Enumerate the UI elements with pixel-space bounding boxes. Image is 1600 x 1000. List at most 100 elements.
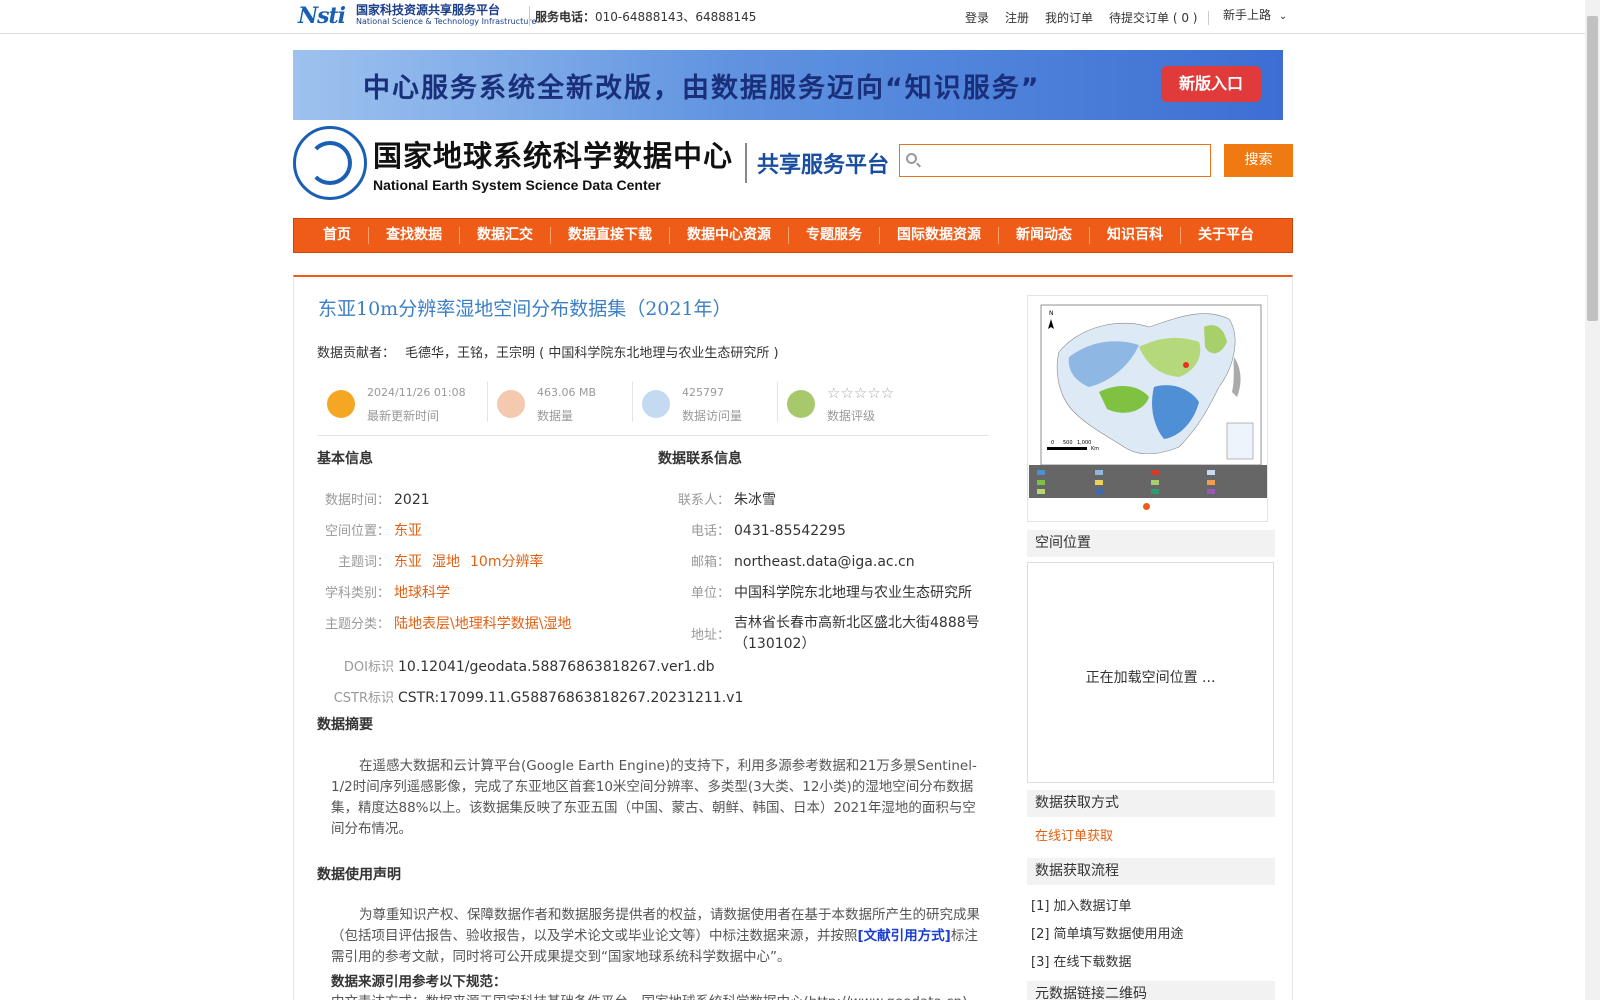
keyword-tag[interactable]: 10m分辨率 <box>470 554 543 570</box>
contact-row-email: 邮箱： northeast.data@iga.ac.cn <box>690 554 915 570</box>
chevron-down-icon: ⌄ <box>1278 11 1288 22</box>
reference-heading: 数据来源引用参考以下规范： <box>331 974 507 990</box>
info-row-keywords: 主题词： 东亚 湿地 10m分辨率 <box>337 554 544 570</box>
top-links: 登录 注册 我的订单 待提交订单 ( 0 ) <box>965 9 1219 26</box>
svg-text:1,000: 1,000 <box>1077 440 1091 446</box>
nsti-logo-mark: Nsti <box>298 3 346 29</box>
keyword-tag[interactable]: 湿地 <box>432 554 460 570</box>
info-row-cstr: CSTR标识 CSTR:17099.11.G58876863818267.2023… <box>333 690 744 706</box>
nav-about[interactable]: 关于平台 <box>1181 227 1271 244</box>
process-step: [1] 加入数据订单 <box>1031 899 1132 914</box>
info-row-doi: DOI标识 10.12041/geodata.58876863818267.ver… <box>343 659 715 675</box>
stat-updated: 2024/11/26 01:08 最新更新时间 <box>318 382 488 424</box>
contact-row-unit: 单位： 中国科学院东北地理与农业生态研究所 <box>690 585 972 601</box>
process-step: [2] 简单填写数据使用用途 <box>1031 927 1184 942</box>
scrollbar-thumb[interactable] <box>1587 16 1598 321</box>
contributors: 数据贡献者： 毛德华，王铭，王宗明 ( 中国科学院东北地理与农业生态研究所 ) <box>317 342 779 361</box>
svg-text:N: N <box>1049 310 1054 317</box>
nsti-logo-en: National Science & Technology Infrastruc… <box>356 17 537 26</box>
center-name-en: National Earth System Science Data Cente… <box>373 177 661 193</box>
search-input[interactable] <box>922 145 1206 176</box>
banner-text: 中心服务系统全新改版，由数据服务迈向“知识服务” <box>363 73 1041 104</box>
info-row-time: 数据时间： 2021 <box>324 492 430 508</box>
center-name-cn: 国家地球系统科学数据中心 <box>373 139 734 173</box>
loading-text: 正在加载空间位置 ... <box>1085 670 1216 686</box>
dataset-thumbnail[interactable]: 0 500 1,000 Km N <box>1027 295 1268 522</box>
newbie-label: 新手上路 <box>1223 8 1272 22</box>
contact-info-heading: 数据联系信息 <box>658 451 742 467</box>
star-badge-icon <box>787 390 815 418</box>
pending-orders-link[interactable]: 待提交订单 ( 0 ) <box>1109 9 1197 26</box>
nav-international-resources[interactable]: 国际数据资源 <box>880 227 999 244</box>
login-link[interactable]: 登录 <box>965 9 989 26</box>
usage-heading: 数据使用声明 <box>317 867 401 883</box>
wetland-map-image[interactable]: 0 500 1,000 Km N <box>1029 297 1267 498</box>
vertical-scrollbar[interactable] <box>1585 0 1600 1000</box>
nav-data-submission[interactable]: 数据汇交 <box>460 227 551 244</box>
center-logo[interactable]: 国家地球系统科学数据中心 National Earth System Scien… <box>293 126 889 200</box>
reference-text: 中文表达方式：数据来源于国家科技基础条件平台—国家地球系统科学数据中心(http… <box>331 990 972 1000</box>
contact-row-address: 地址：吉林省长春市高新北区盛北大街4888号 （130102） <box>690 615 980 652</box>
process-heading: 数据获取流程 <box>1027 858 1275 885</box>
nsti-logo[interactable]: Nsti 国家科技资源共享服务平台 National Science & Tec… <box>298 2 536 30</box>
register-link[interactable]: 注册 <box>1005 9 1029 26</box>
contributors-value: 毛德华，王铭，王宗明 ( 中国科学院东北地理与农业生态研究所 ) <box>405 346 779 361</box>
center-seal-icon <box>293 126 367 200</box>
search-icon <box>906 153 917 164</box>
info-row-location: 空间位置： 东亚 <box>324 523 422 539</box>
nav-home[interactable]: 首页 <box>306 227 369 244</box>
spatial-map-box[interactable]: 正在加载空间位置 ... <box>1027 562 1274 783</box>
nav-news[interactable]: 新闻动态 <box>999 227 1090 244</box>
svg-text:Km: Km <box>1091 446 1099 452</box>
abstract-text: 在遥感大数据和云计算平台(Google Earth Engine)的支持下，利用… <box>331 758 977 837</box>
contributors-label: 数据贡献者： <box>317 346 396 361</box>
divider <box>529 6 530 26</box>
nav-center-resources[interactable]: 数据中心资源 <box>670 227 789 244</box>
access-heading: 数据获取方式 <box>1027 790 1275 817</box>
stats-row: 2024/11/26 01:08 最新更新时间 463.06 MB 数据量 42… <box>318 380 988 436</box>
qr-heading: 元数据链接二维码 <box>1027 981 1275 1000</box>
rating-stars[interactable]: ☆☆☆☆☆ <box>827 384 894 402</box>
keyword-tag[interactable]: 东亚 <box>394 554 422 570</box>
dataset-title: 东亚10m分辨率湿地空间分布数据集（2021年） <box>318 298 732 320</box>
carousel-dot[interactable] <box>1143 503 1150 510</box>
info-row-topic: 主题分类： 陆地表层\地理科学数据\湿地 <box>324 616 572 632</box>
newbie-dropdown[interactable]: 新手上路 ⌄ <box>1223 6 1287 23</box>
stat-visits: 425797 数据访问量 <box>633 382 778 424</box>
search-button[interactable]: 搜索 <box>1224 144 1293 177</box>
online-order-link[interactable]: 在线订单获取 <box>1035 825 1113 844</box>
main-nav: 首页 查找数据 数据汇交 数据直接下载 数据中心资源 专题服务 国际数据资源 新… <box>293 218 1293 253</box>
location-link[interactable]: 东亚 <box>394 523 422 539</box>
discipline-link[interactable]: 地球科学 <box>394 585 450 601</box>
info-row-discipline: 学科类别： 地球科学 <box>324 585 450 601</box>
process-step: [3] 在线下载数据 <box>1031 955 1132 970</box>
svg-text:0: 0 <box>1051 440 1054 446</box>
new-version-button[interactable]: 新版入口 <box>1161 66 1261 102</box>
map-graphic: 0 500 1,000 Km N <box>1029 297 1267 498</box>
nav-direct-download[interactable]: 数据直接下载 <box>551 227 670 244</box>
stat-rating: ☆☆☆☆☆ 数据评级 <box>778 382 978 424</box>
stat-size: 463.06 MB 数据量 <box>488 382 633 424</box>
service-phone: 服务电话：010-64888143、64888145 <box>535 10 757 24</box>
divider <box>745 143 748 183</box>
usage-text: 为尊重知识产权、保障数据作者和数据服务提供者的权益，请数据使用者在基于本数据所产… <box>331 907 980 965</box>
topic-link[interactable]: 陆地表层\地理科学数据\湿地 <box>394 616 571 632</box>
divider <box>1207 11 1209 25</box>
spatial-heading: 空间位置 <box>1027 530 1275 557</box>
layers-icon <box>497 390 525 418</box>
abstract-heading: 数据摘要 <box>317 717 373 733</box>
citation-method-link[interactable]: [文献引用方式] <box>858 928 951 944</box>
announcement-banner[interactable]: 中心服务系统全新改版，由数据服务迈向“知识服务” 新版入口 <box>293 50 1283 120</box>
nav-knowledge[interactable]: 知识百科 <box>1090 227 1181 244</box>
top-bar: Nsti 国家科技资源共享服务平台 National Science & Tec… <box>0 0 1585 34</box>
search-box[interactable] <box>899 144 1211 177</box>
nav-topic-services[interactable]: 专题服务 <box>789 227 880 244</box>
my-orders-link[interactable]: 我的订单 <box>1045 9 1093 26</box>
contact-row-person: 联系人： 朱冰雪 <box>677 492 776 508</box>
cursor-icon <box>642 390 670 418</box>
clock-icon <box>327 390 355 418</box>
basic-info-heading: 基本信息 <box>317 451 373 467</box>
platform-name: 共享服务平台 <box>757 153 890 178</box>
contact-row-phone: 电话： 0431-85542295 <box>690 523 846 539</box>
nav-find-data[interactable]: 查找数据 <box>369 227 460 244</box>
